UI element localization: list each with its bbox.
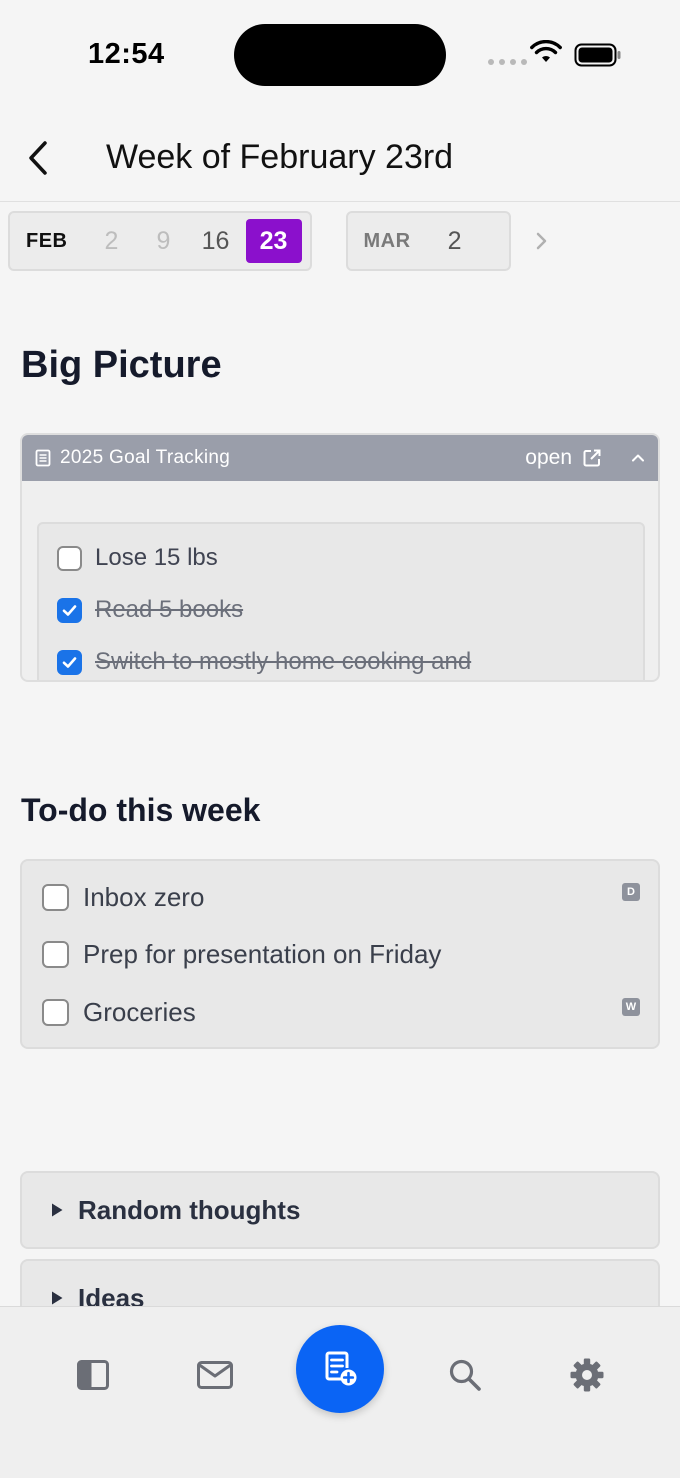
checkbox-checked[interactable] [57, 597, 82, 623]
goal-item[interactable]: Read 5 books [57, 596, 243, 624]
todo-item-text: Groceries [83, 997, 196, 1027]
month-group-feb: FEB 2 9 16 23 [8, 211, 312, 271]
sidebar-icon [77, 1360, 109, 1390]
week-selector: FEB 2 9 16 23 MAR 2 [8, 211, 551, 271]
mail-icon [197, 1361, 233, 1389]
embedded-doc-title: 2025 Goal Tracking [60, 447, 231, 468]
open-doc-button[interactable]: open [525, 446, 602, 470]
bottom-tab-bar [0, 1306, 680, 1478]
checkbox-checked[interactable] [57, 649, 82, 675]
settings-tab[interactable] [559, 1347, 615, 1403]
week-day-button[interactable]: 16 [190, 219, 242, 263]
weekly-tag-badge: W [622, 998, 640, 1016]
month-label: MAR [363, 229, 411, 252]
goal-item[interactable]: Switch to mostly home cooking and [57, 648, 471, 676]
goal-list: Lose 15 lbs Read 5 books Switch to mostl… [37, 522, 645, 680]
status-bar: 12:54 [0, 0, 680, 110]
back-button[interactable] [18, 136, 58, 180]
todo-list: Inbox zero D Prep for presentation on Fr… [20, 859, 660, 1049]
week-day-button[interactable]: 2 [86, 219, 138, 263]
checkmark-icon [62, 656, 77, 668]
checkbox[interactable] [42, 884, 69, 911]
goal-item-text: Read 5 books [95, 596, 244, 623]
week-day-button[interactable]: 9 [138, 219, 190, 263]
section-title-big-picture: Big Picture [21, 344, 222, 386]
daily-tag-badge: D [622, 883, 640, 901]
battery-icon [574, 43, 621, 67]
settings-icon [570, 1358, 604, 1392]
toggle-label: Random thoughts [78, 1194, 301, 1225]
goal-item[interactable]: Lose 15 lbs [57, 544, 218, 572]
external-link-icon [583, 449, 601, 467]
goal-item-text: Switch to mostly home cooking and [95, 648, 472, 675]
embedded-doc-header[interactable]: 2025 Goal Tracking open [22, 435, 658, 481]
status-time: 12:54 [88, 38, 165, 70]
goal-item-text: Lose 15 lbs [95, 544, 218, 571]
week-day-button-selected[interactable]: 23 [245, 219, 302, 263]
checkbox[interactable] [42, 999, 69, 1026]
toggle-random-thoughts[interactable]: Random thoughts [20, 1171, 660, 1249]
checkmark-icon [62, 604, 77, 616]
triangle-right-icon [50, 1290, 64, 1306]
checkbox[interactable] [42, 941, 69, 968]
chevron-right-icon[interactable] [531, 231, 551, 251]
page-title: Week of February 23rd [106, 138, 454, 176]
chevron-left-icon [29, 141, 47, 175]
cellular-signal-icon [488, 59, 527, 65]
open-label: open [525, 446, 572, 469]
todo-item-text: Inbox zero [83, 882, 205, 912]
mail-tab[interactable] [187, 1347, 243, 1403]
new-note-button[interactable] [296, 1325, 384, 1413]
embedded-doc-card: 2025 Goal Tracking open Lose 15 lbs Read… [20, 433, 660, 682]
checkbox[interactable] [57, 545, 82, 571]
todo-item[interactable]: Prep for presentation on Friday [42, 939, 441, 970]
triangle-right-icon [50, 1202, 64, 1218]
search-tab[interactable] [437, 1347, 493, 1403]
week-day-button[interactable]: 2 [429, 219, 481, 263]
month-group-mar: MAR 2 [345, 211, 511, 271]
new-note-icon [325, 1351, 357, 1386]
top-nav-bar: Week of February 23rd [0, 110, 680, 202]
section-title-todo: To-do this week [21, 792, 261, 828]
dynamic-island [234, 24, 446, 86]
wifi-icon [530, 40, 562, 62]
sidebar-tab[interactable] [65, 1347, 121, 1403]
chevron-up-icon[interactable] [630, 450, 646, 466]
search-icon [449, 1359, 481, 1391]
todo-item[interactable]: Inbox zero [42, 882, 204, 913]
document-icon [34, 449, 52, 467]
todo-item[interactable]: Groceries [42, 997, 196, 1028]
todo-item-text: Prep for presentation on Friday [83, 939, 442, 969]
month-label: FEB [26, 229, 68, 252]
